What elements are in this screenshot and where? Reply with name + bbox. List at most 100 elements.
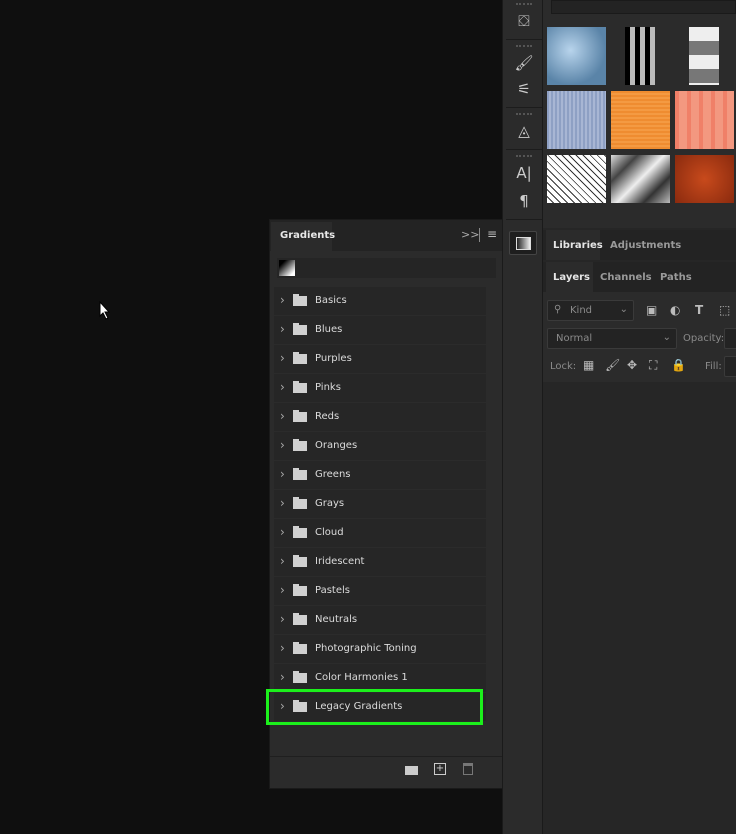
- folder-icon: [293, 410, 307, 422]
- double-chevron-right-icon[interactable]: >>: [461, 228, 479, 241]
- gradient-preview-bar[interactable]: [277, 258, 496, 278]
- lock-image-icon[interactable]: 🖌: [605, 358, 620, 372]
- chevron-right-icon[interactable]: ›: [280, 612, 285, 626]
- pattern-swatch-checker[interactable]: [689, 27, 719, 85]
- gradient-folder-item[interactable]: › Pastels: [274, 577, 486, 605]
- chevron-right-icon[interactable]: ›: [280, 351, 285, 365]
- chevron-right-icon[interactable]: ›: [280, 554, 285, 568]
- tab-adjustments[interactable]: Adjustments: [603, 230, 681, 260]
- panel-tab-bar: Gradients >> ≡: [270, 220, 502, 251]
- chevron-right-icon[interactable]: ›: [280, 525, 285, 539]
- blend-mode-select[interactable]: Normal ⌄: [547, 328, 677, 349]
- brush-settings-icon[interactable]: 🖌: [506, 54, 542, 72]
- paragraph-icon[interactable]: ¶: [506, 192, 542, 210]
- chevron-right-icon[interactable]: ›: [280, 438, 285, 452]
- lock-artboard-icon[interactable]: ⛶: [649, 358, 657, 373]
- fill-input[interactable]: [724, 356, 736, 377]
- pattern-swatch-cracks[interactable]: [547, 155, 606, 203]
- gradient-folder-item[interactable]: › Blues: [274, 316, 486, 344]
- folder-label: Basics: [315, 295, 347, 306]
- chevron-right-icon[interactable]: ›: [280, 670, 285, 684]
- folder-icon: [293, 584, 307, 596]
- gradients-panel-icon[interactable]: [509, 231, 537, 255]
- tab-layers[interactable]: Layers: [546, 262, 593, 292]
- chevron-right-icon[interactable]: ›: [280, 496, 285, 510]
- gradient-folder-item[interactable]: › Greens: [274, 461, 486, 489]
- folder-icon: [293, 671, 307, 683]
- chevron-right-icon[interactable]: ›: [280, 409, 285, 423]
- pattern-swatch-grid[interactable]: [675, 91, 734, 149]
- adjustment-filter-icon[interactable]: ◐: [670, 303, 680, 317]
- gradient-folder-item[interactable]: › Basics: [274, 287, 486, 315]
- 3d-materials-icon[interactable]: ⛋: [506, 12, 542, 30]
- type-filter-icon[interactable]: T: [695, 303, 703, 317]
- new-folder-icon[interactable]: [405, 766, 418, 775]
- folder-label: Blues: [315, 324, 343, 335]
- fill-label: Fill:: [705, 361, 722, 372]
- pattern-swatch-rust[interactable]: [675, 155, 734, 203]
- lock-position-icon[interactable]: ✥: [627, 358, 637, 372]
- tab-gradients[interactable]: Gradients: [271, 222, 335, 251]
- gradient-folder-item[interactable]: › Color Harmonies 1: [274, 664, 486, 692]
- kind-filter-select[interactable]: ⚲ Kind ⌄: [547, 300, 634, 321]
- tab-libraries[interactable]: Libraries: [546, 230, 603, 260]
- gradient-swatch: [279, 260, 295, 276]
- chevron-right-icon[interactable]: ›: [280, 641, 285, 655]
- panel-icon-column: ⛋ 🖌 ⚟ ◬ A| ¶: [502, 0, 543, 834]
- gradient-folder-item[interactable]: › Oranges: [274, 432, 486, 460]
- libraries-tab-bar: Libraries Adjustments: [543, 230, 736, 260]
- folder-label: Color Harmonies 1: [315, 672, 408, 683]
- trash-icon[interactable]: [463, 763, 473, 775]
- gradient-folder-item[interactable]: › Cloud: [274, 519, 486, 547]
- shape-filter-icon[interactable]: ⬚: [719, 303, 730, 317]
- image-filter-icon[interactable]: ▣: [646, 303, 657, 317]
- folder-label: Greens: [315, 469, 351, 480]
- opacity-input[interactable]: [724, 328, 736, 349]
- chevron-right-icon[interactable]: ›: [280, 322, 285, 336]
- tab-channels[interactable]: Channels: [593, 262, 653, 292]
- pattern-swatch-wood[interactable]: [611, 91, 670, 149]
- patterns-panel: [543, 0, 736, 228]
- new-gradient-icon[interactable]: +: [434, 763, 446, 775]
- hamburger-menu-icon[interactable]: ≡: [487, 227, 497, 241]
- chevron-right-icon[interactable]: ›: [280, 583, 285, 597]
- chevron-right-icon[interactable]: ›: [280, 293, 285, 307]
- folder-label: Pastels: [315, 585, 350, 596]
- lock-transparent-icon[interactable]: ▦: [583, 358, 594, 372]
- gradient-folder-item[interactable]: › Photographic Toning: [274, 635, 486, 663]
- pattern-swatch-metal[interactable]: [611, 155, 670, 203]
- opacity-label: Opacity:: [683, 333, 725, 344]
- folder-icon: [293, 468, 307, 480]
- gradient-folder-item[interactable]: › Grays: [274, 490, 486, 518]
- gradient-folder-item[interactable]: › Pinks: [274, 374, 486, 402]
- folder-label: Oranges: [315, 440, 358, 451]
- folder-label: Iridescent: [315, 556, 365, 567]
- pattern-swatch-bubbles[interactable]: [547, 27, 606, 85]
- mouse-cursor-icon: [99, 301, 111, 320]
- layers-panel-controls: ⚲ Kind ⌄ ▣ ◐ T ⬚ Normal ⌄ Opacity: Lock: ▦ …: [543, 292, 736, 382]
- folder-icon: [293, 526, 307, 538]
- gradient-folder-item[interactable]: › Neutrals: [274, 606, 486, 634]
- pattern-swatch-weave[interactable]: [625, 27, 655, 85]
- folder-label: Purples: [315, 353, 352, 364]
- gradient-folder-item[interactable]: › Purples: [274, 345, 486, 373]
- chevron-right-icon[interactable]: ›: [280, 380, 285, 394]
- folder-icon: [293, 294, 307, 306]
- gradient-folder-item[interactable]: › Iridescent: [274, 548, 486, 576]
- tab-paths[interactable]: Paths: [653, 262, 697, 292]
- lock-all-icon[interactable]: 🔒: [671, 358, 686, 372]
- divider: [479, 228, 480, 242]
- panel-footer: +: [270, 756, 502, 783]
- folder-icon: [293, 381, 307, 393]
- chevron-right-icon[interactable]: ›: [280, 467, 285, 481]
- chevron-down-icon: ⌄: [662, 332, 671, 343]
- chevron-down-icon: ⌄: [619, 304, 628, 315]
- pattern-swatch-denim[interactable]: [547, 91, 606, 149]
- folder-icon: [293, 352, 307, 364]
- lock-label: Lock:: [550, 361, 577, 372]
- gradient-folder-item[interactable]: › Reds: [274, 403, 486, 431]
- adjust-sliders-icon[interactable]: ⚟: [506, 80, 542, 98]
- history-icon[interactable]: ◬: [506, 122, 542, 140]
- folder-icon: [293, 555, 307, 567]
- character-icon[interactable]: A|: [506, 164, 542, 182]
